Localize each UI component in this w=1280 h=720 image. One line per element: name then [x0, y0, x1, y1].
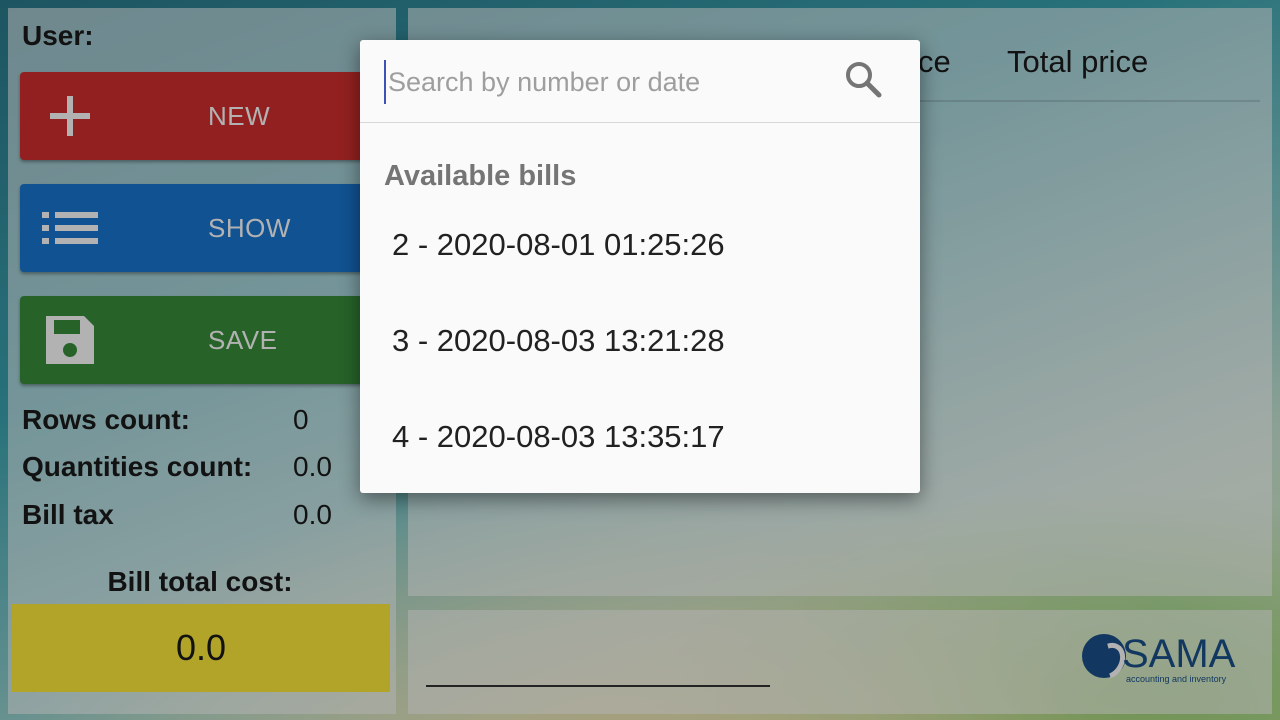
- bill-list-item[interactable]: 2 - 2020-08-01 01:25:26: [360, 200, 920, 290]
- search-input[interactable]: [384, 60, 830, 104]
- bills-dialog: Available bills 2 - 2020-08-01 01:25:26 …: [360, 40, 920, 493]
- search-bar: [360, 40, 920, 123]
- bill-item-label: 4 - 2020-08-03 13:35:17: [392, 419, 725, 454]
- bill-item-label: 3 - 2020-08-03 13:21:28: [392, 323, 725, 358]
- bill-item-label: 2 - 2020-08-01 01:25:26: [392, 227, 725, 262]
- available-bills-title: Available bills: [384, 160, 577, 192]
- bill-list-item[interactable]: 4 - 2020-08-03 13:35:17: [360, 392, 920, 482]
- bill-list-item[interactable]: 3 - 2020-08-03 13:21:28: [360, 296, 920, 386]
- search-icon[interactable]: [844, 60, 884, 100]
